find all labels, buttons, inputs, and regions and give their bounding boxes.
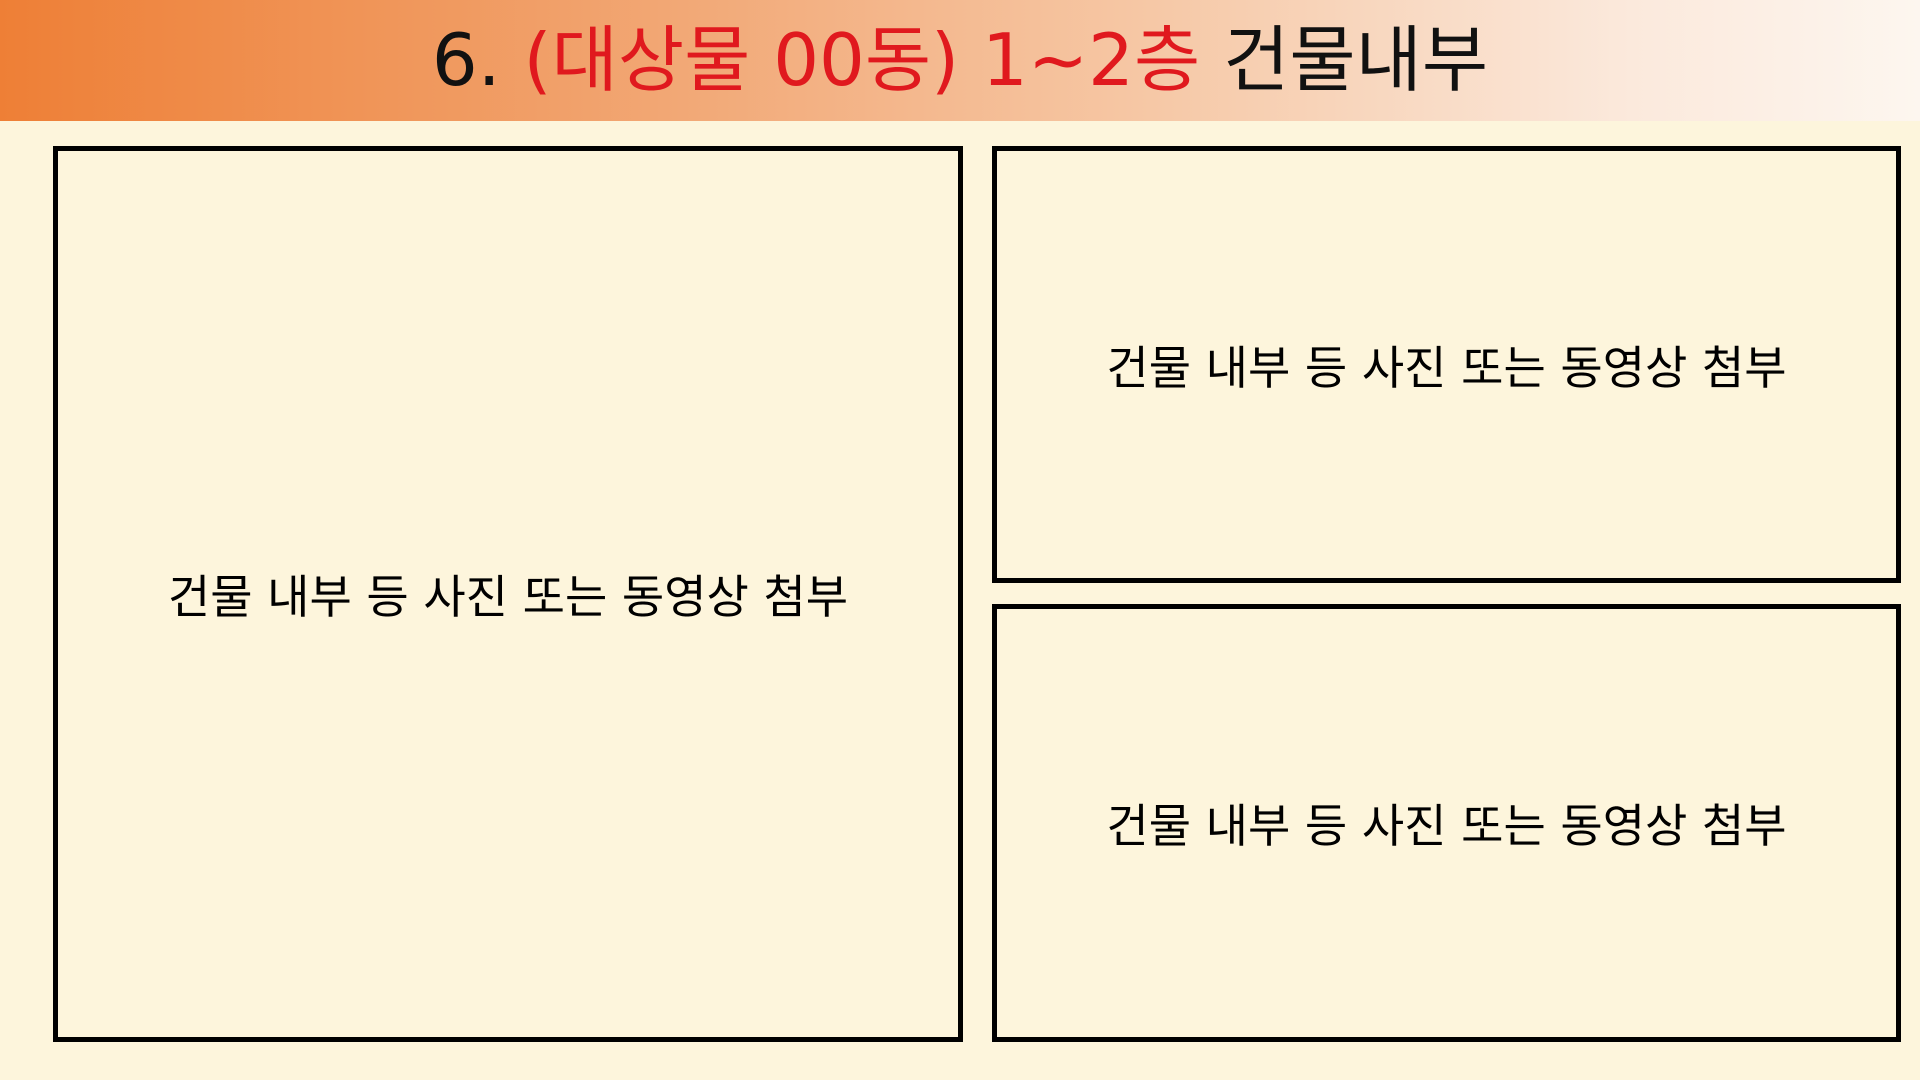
placeholder-caption: 건물 내부 등 사진 또는 동영상 첨부 — [1106, 340, 1787, 395]
title-suffix: 건물내부 — [1200, 18, 1489, 102]
slide-title: 6. (대상물 00동) 1~2층 건물내부 — [0, 0, 1920, 121]
placeholder-caption: 건물 내부 등 사진 또는 동영상 첨부 — [167, 570, 849, 624]
media-placeholder-left[interactable]: 건물 내부 등 사진 또는 동영상 첨부 — [53, 146, 963, 1042]
title-bar: 6. (대상물 00동) 1~2층 건물내부 — [0, 0, 1920, 121]
title-highlight: (대상물 00동) 1~2층 — [523, 18, 1201, 102]
media-placeholder-bottom-right[interactable]: 건물 내부 등 사진 또는 동영상 첨부 — [992, 604, 1901, 1042]
media-placeholder-top-right[interactable]: 건물 내부 등 사진 또는 동영상 첨부 — [992, 146, 1901, 583]
placeholder-caption: 건물 내부 등 사진 또는 동영상 첨부 — [1106, 799, 1787, 853]
title-number: 6. — [431, 18, 524, 102]
